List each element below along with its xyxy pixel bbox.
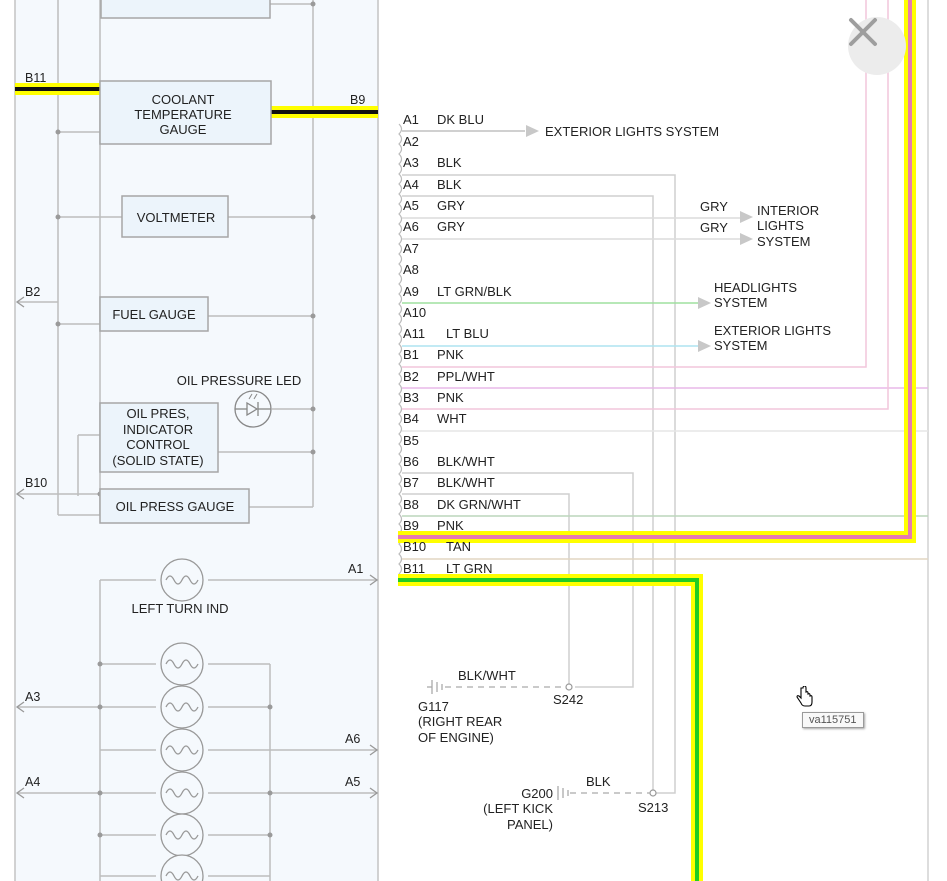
close-icon bbox=[849, 18, 877, 46]
pin-label: A5 bbox=[403, 198, 419, 213]
wire-color-label: BLK bbox=[437, 155, 462, 170]
bulb-icon bbox=[160, 685, 204, 729]
dest-interior-3: SYSTEM bbox=[757, 234, 810, 249]
voltmeter-label: VOLTMETER bbox=[137, 210, 216, 225]
wire-color-label: GRY bbox=[437, 219, 465, 234]
s213-label: S213 bbox=[638, 800, 668, 815]
coolant-label-2: TEMPERATURE bbox=[134, 107, 232, 122]
wiring-diagram: COOLANT TEMPERATURE GAUGE VOLTMETER FUEL… bbox=[14, 0, 929, 881]
bulb-icon bbox=[160, 728, 204, 772]
wire-color-label: TAN bbox=[446, 539, 471, 554]
dest-gry-1: GRY bbox=[700, 199, 728, 214]
pin-label: A1 bbox=[403, 112, 419, 127]
dest-exterior-lights-2a: EXTERIOR LIGHTS bbox=[714, 323, 831, 338]
ref-a1: A1 bbox=[348, 562, 363, 576]
ground-icon bbox=[427, 680, 443, 694]
g200-label-3: PANEL) bbox=[507, 817, 553, 832]
wire-color-label: DK GRN/WHT bbox=[437, 497, 521, 512]
g200-label-1: G200 bbox=[521, 786, 553, 801]
left-turn-label: LEFT TURN IND bbox=[131, 601, 228, 616]
dest-interior-1: INTERIOR bbox=[757, 203, 819, 218]
pin-label: A11 bbox=[403, 326, 425, 341]
dest-exterior-lights-2b: SYSTEM bbox=[714, 338, 767, 353]
s242-label: S242 bbox=[553, 692, 583, 707]
wire-color-label: DK BLU bbox=[437, 112, 484, 127]
coolant-label-1: COOLANT bbox=[152, 92, 215, 107]
oil-led-icon bbox=[234, 390, 272, 428]
pin-label: B6 bbox=[403, 454, 419, 469]
bulb-icon bbox=[160, 771, 204, 815]
ground-labels: BLK/WHT G117 (RIGHT REAR OF ENGINE) S242… bbox=[418, 668, 668, 832]
close-button[interactable] bbox=[848, 17, 906, 75]
g117-label-1: G117 bbox=[418, 699, 449, 714]
wire-color-label: PNK bbox=[437, 390, 464, 405]
g117-label-3: OF ENGINE) bbox=[418, 730, 494, 745]
ref-a3: A3 bbox=[25, 690, 40, 704]
diagram-viewer: COOLANT TEMPERATURE GAUGE VOLTMETER FUEL… bbox=[0, 0, 947, 881]
pin-label: A10 bbox=[403, 305, 426, 320]
oil-indicator-label-3: CONTROL bbox=[126, 437, 190, 452]
pin-list: A1 DK BLU A2 A3 BLK A4 BLK A5 GRY A6 GRY… bbox=[403, 112, 521, 576]
ref-b10: B10 bbox=[25, 476, 47, 490]
pin-label: B10 bbox=[403, 539, 426, 554]
wire-color-label: LT BLU bbox=[446, 326, 489, 341]
wire-color-label: WHT bbox=[437, 411, 467, 426]
top-gauge-box bbox=[100, 0, 271, 19]
pin-label: B11 bbox=[403, 561, 425, 576]
pin-label: A7 bbox=[403, 241, 419, 256]
wire-color-label: PPL/WHT bbox=[437, 369, 495, 384]
oil-indicator-label-4: (SOLID STATE) bbox=[112, 453, 203, 468]
ref-b9: B9 bbox=[350, 93, 365, 107]
dest-headlights-2: SYSTEM bbox=[714, 295, 767, 310]
pin-label: B3 bbox=[403, 390, 419, 405]
wire-color-label: BLK/WHT bbox=[437, 454, 495, 469]
oil-gauge-label: OIL PRESS GAUGE bbox=[116, 499, 235, 514]
pin-label: B5 bbox=[403, 433, 419, 448]
bulb-icon bbox=[160, 642, 204, 686]
ref-a4: A4 bbox=[25, 775, 40, 789]
ref-b2: B2 bbox=[25, 285, 40, 299]
bulb-icon bbox=[160, 558, 204, 602]
pin-label: A9 bbox=[403, 284, 419, 299]
pin-label: A2 bbox=[403, 134, 419, 149]
ref-a6: A6 bbox=[345, 732, 360, 746]
oil-indicator-label-2: INDICATOR bbox=[123, 422, 193, 437]
wire-color-label: LT GRN/BLK bbox=[437, 284, 512, 299]
pin-label: B7 bbox=[403, 475, 419, 490]
wire-color-label: LT GRN bbox=[446, 561, 492, 576]
oil-indicator-label-1: OIL PRES, bbox=[126, 406, 189, 421]
dest-interior-2: LIGHTS bbox=[757, 218, 804, 233]
g200-label-2: (LEFT KICK bbox=[483, 801, 553, 816]
pin-label: B4 bbox=[403, 411, 419, 426]
connector-symbol bbox=[398, 123, 403, 575]
pin-label: A8 bbox=[403, 262, 419, 277]
wire-color-label: PNK bbox=[437, 518, 464, 533]
ref-b11: B11 bbox=[25, 71, 46, 85]
wire-color-label: GRY bbox=[437, 198, 465, 213]
image-id-tooltip: va115751 bbox=[802, 712, 864, 728]
pin-label: B8 bbox=[403, 497, 419, 512]
ref-a5: A5 bbox=[345, 775, 360, 789]
oil-led-label: OIL PRESSURE LED bbox=[177, 373, 302, 388]
pin-label: A3 bbox=[403, 155, 419, 170]
bulb-icon bbox=[160, 813, 204, 857]
dest-exterior-lights-1: EXTERIOR LIGHTS SYSTEM bbox=[545, 124, 719, 139]
pin-label: B1 bbox=[403, 347, 419, 362]
g117-wire-label: BLK/WHT bbox=[458, 668, 516, 683]
fuel-gauge-label: FUEL GAUGE bbox=[112, 307, 196, 322]
dest-headlights-1: HEADLIGHTS bbox=[714, 280, 797, 295]
g117-label-2: (RIGHT REAR bbox=[418, 714, 502, 729]
pin-label: A4 bbox=[403, 177, 419, 192]
wire-color-label: PNK bbox=[437, 347, 464, 362]
g200-wire-label: BLK bbox=[586, 774, 611, 789]
wire-color-label: BLK bbox=[437, 177, 462, 192]
pin-label: B9 bbox=[403, 518, 419, 533]
pin-label: A6 bbox=[403, 219, 419, 234]
coolant-label-3: GAUGE bbox=[160, 122, 207, 137]
wire-color-label: BLK/WHT bbox=[437, 475, 495, 490]
ground-icon bbox=[557, 786, 569, 800]
dest-gry-2: GRY bbox=[700, 220, 728, 235]
pin-label: B2 bbox=[403, 369, 419, 384]
